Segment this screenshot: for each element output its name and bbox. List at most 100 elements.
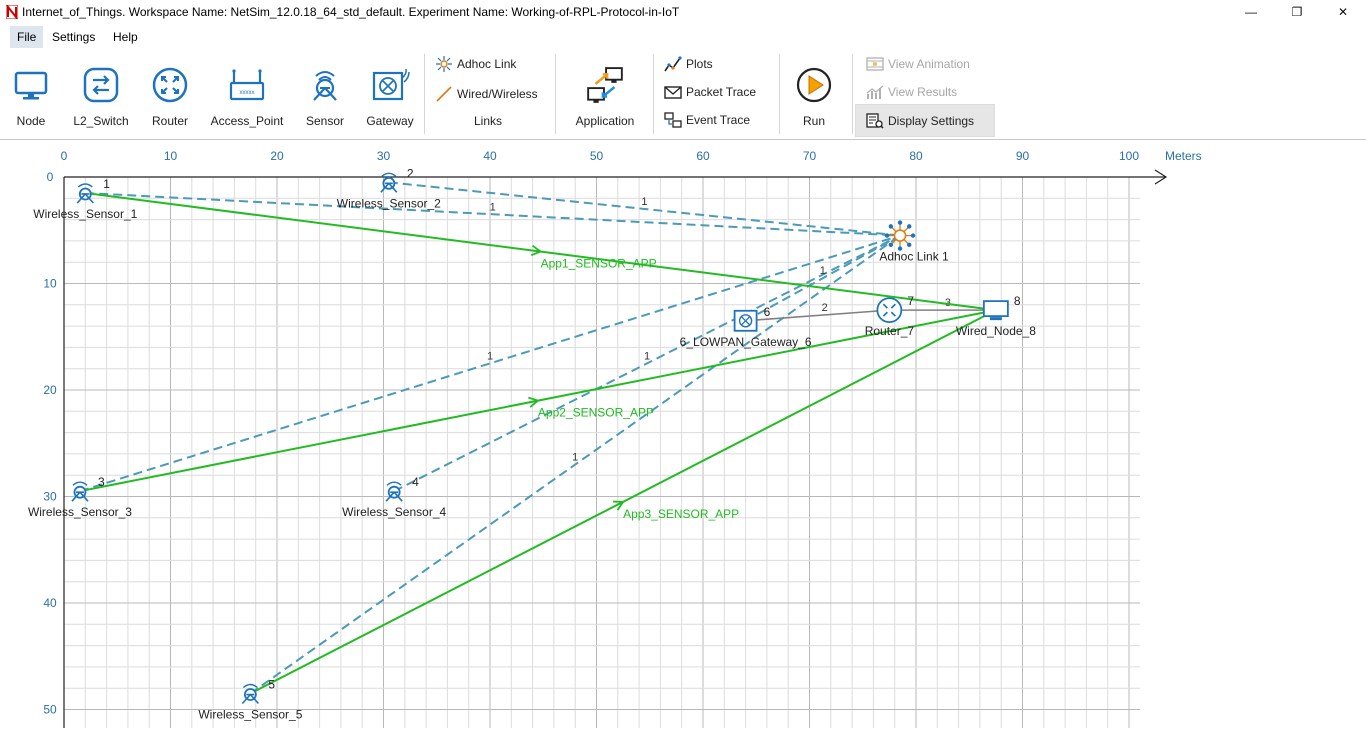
netsim-logo-icon bbox=[6, 5, 18, 19]
adhoc-node-dot bbox=[910, 233, 916, 238]
application-label: App2_SENSOR_APP bbox=[538, 406, 654, 420]
wireless-link[interactable] bbox=[85, 191, 901, 237]
x-tick-label: 50 bbox=[590, 149, 604, 163]
switch-icon bbox=[83, 67, 119, 103]
menu-settings[interactable]: Settings bbox=[45, 26, 102, 48]
device-id-label: 6 bbox=[764, 305, 771, 319]
router-button[interactable]: Router bbox=[145, 48, 195, 136]
ribbon-toolbar: Node L2_Switch Router xxxxx Access_Point bbox=[0, 48, 1366, 140]
l2-switch-label: L2_Switch bbox=[73, 114, 129, 128]
node-icon bbox=[14, 71, 48, 100]
gateway-icon bbox=[372, 68, 410, 101]
device-id-label: 4 bbox=[412, 475, 419, 489]
wired-wireless-button[interactable]: Wired/Wireless bbox=[431, 84, 538, 104]
application-label: App1_SENSOR_APP bbox=[541, 257, 657, 271]
node-screen bbox=[982, 300, 1009, 318]
minimize-button[interactable]: — bbox=[1228, 0, 1274, 24]
event-trace-button[interactable]: Event Trace bbox=[660, 110, 750, 130]
run-button[interactable]: Run bbox=[788, 48, 840, 136]
node-button[interactable]: Node bbox=[4, 48, 58, 136]
restore-icon: ❐ bbox=[1291, 5, 1303, 19]
y-tick-label: 20 bbox=[43, 383, 57, 397]
packet-trace-label: Packet Trace bbox=[686, 85, 757, 99]
close-icon: ✕ bbox=[1337, 5, 1349, 19]
x-axis-unit-label: Meters bbox=[1165, 149, 1202, 163]
adhoc-node-dot bbox=[907, 242, 912, 247]
adhoc-hub bbox=[893, 229, 907, 242]
application-button[interactable]: Application bbox=[566, 48, 644, 136]
x-tick-label: 80 bbox=[909, 149, 923, 163]
ribbon-separator bbox=[424, 54, 425, 134]
device-name-label: Wired_Node_8 bbox=[956, 324, 1036, 338]
menu-file[interactable]: File bbox=[10, 26, 44, 48]
view-animation-button[interactable]: View Animation bbox=[862, 54, 970, 74]
link-id-label: 1 bbox=[644, 350, 650, 362]
network-grid[interactable]: 0 10 20 30 40 50 60 70 80 90 100 Meters 0 10 20 30 40 50 … bbox=[0, 140, 1366, 728]
event-trace-icon bbox=[664, 112, 682, 128]
view-animation-label: View Animation bbox=[888, 57, 970, 71]
restore-button[interactable]: ❐ bbox=[1274, 0, 1320, 24]
gateway-button[interactable]: Gateway bbox=[362, 48, 418, 136]
device-name-label: Wireless_Sensor_1 bbox=[33, 207, 137, 221]
links-group-label: Links bbox=[474, 114, 503, 128]
network-canvas[interactable]: 0 10 20 30 40 50 60 70 80 90 100 Meters 0 10 20 30 40 50 … bbox=[0, 140, 1366, 728]
router-device[interactable]: 7 Router_7 bbox=[865, 294, 915, 338]
axes: 0 10 20 30 40 50 60 70 80 90 100 Meters 0 10 20 30 40 50 bbox=[43, 149, 1202, 728]
link-id-label: 1 bbox=[572, 452, 578, 464]
sensor-device[interactable]: 2 Wireless_Sensor_2 bbox=[337, 166, 441, 210]
wireless-link[interactable] bbox=[388, 181, 901, 237]
node-stand bbox=[989, 317, 1002, 321]
device-id-label: 7 bbox=[907, 294, 914, 308]
plots-button[interactable]: Plots bbox=[660, 54, 713, 74]
sensor-device[interactable]: 4 Wireless_Sensor_4 bbox=[342, 475, 446, 519]
link-id-label: 1 bbox=[820, 265, 826, 277]
device-name-label: Wireless_Sensor_4 bbox=[342, 505, 446, 519]
router-label: Router bbox=[151, 114, 189, 128]
view-results-button[interactable]: View Results bbox=[862, 82, 957, 102]
close-button[interactable]: ✕ bbox=[1320, 0, 1366, 24]
adhoc-node-dot bbox=[888, 224, 894, 229]
sensor-wave bbox=[386, 481, 402, 486]
link-id-label: 1 bbox=[641, 196, 647, 208]
ribbon-separator bbox=[555, 54, 556, 134]
adhoc-link-button[interactable]: Adhoc Link bbox=[431, 54, 516, 74]
display-settings-item: Display Settings bbox=[862, 111, 974, 131]
sensor-icon bbox=[313, 71, 337, 101]
y-tick-label: 10 bbox=[43, 277, 57, 291]
applications-layer: App1_SENSOR_APP App2_SENSOR_APP App3_SENSO… bbox=[79, 191, 997, 695]
display-settings-label: Display Settings bbox=[888, 114, 975, 128]
sensor-wave bbox=[381, 172, 397, 177]
svg-text:xxxxx: xxxxx bbox=[240, 90, 255, 96]
node-label: Node bbox=[16, 114, 46, 128]
results-icon bbox=[866, 85, 884, 99]
adhoc-device[interactable]: Adhoc Link 1 bbox=[879, 220, 949, 264]
router-icon bbox=[152, 67, 188, 103]
event-trace-label: Event Trace bbox=[686, 113, 751, 127]
links-layer: 1 1 1 1 1 1 2 3 bbox=[79, 181, 996, 695]
y-tick-label: 30 bbox=[43, 490, 57, 504]
x-tick-label: 30 bbox=[377, 149, 391, 163]
adhoc-node-dot bbox=[897, 220, 903, 225]
packet-trace-button[interactable]: Packet Trace bbox=[660, 82, 756, 102]
wired-link-icon bbox=[436, 86, 452, 102]
sensor-device[interactable]: 5 Wireless_Sensor_5 bbox=[198, 678, 302, 722]
sensor-button[interactable]: Sensor bbox=[300, 48, 350, 136]
x-tick-label: 60 bbox=[696, 149, 710, 163]
device-name-label: Wireless_Sensor_2 bbox=[337, 196, 441, 210]
device-name-label: 6_LOWPAN_Gateway_6 bbox=[680, 335, 812, 349]
device-name-label: Wireless_Sensor_5 bbox=[198, 708, 302, 722]
display-settings-button[interactable]: Display Settings bbox=[855, 104, 995, 137]
adhoc-link-label: Adhoc Link bbox=[457, 57, 517, 71]
access-point-button[interactable]: xxxxx Access_Point bbox=[208, 48, 286, 136]
link-id-label: 2 bbox=[822, 302, 828, 314]
l2-switch-button[interactable]: L2_Switch bbox=[70, 48, 132, 136]
device-name-label: Router_7 bbox=[865, 324, 915, 338]
window-title: Internet_of_Things. Workspace Name: NetS… bbox=[22, 5, 680, 19]
menu-help[interactable]: Help bbox=[106, 26, 145, 48]
device-id-label: 3 bbox=[98, 475, 105, 489]
access-point-icon: xxxxx bbox=[229, 69, 265, 101]
view-results-label: View Results bbox=[888, 85, 958, 99]
router-body bbox=[876, 297, 903, 324]
adhoc-node-dot bbox=[907, 224, 912, 229]
y-tick-label: 40 bbox=[43, 596, 57, 610]
